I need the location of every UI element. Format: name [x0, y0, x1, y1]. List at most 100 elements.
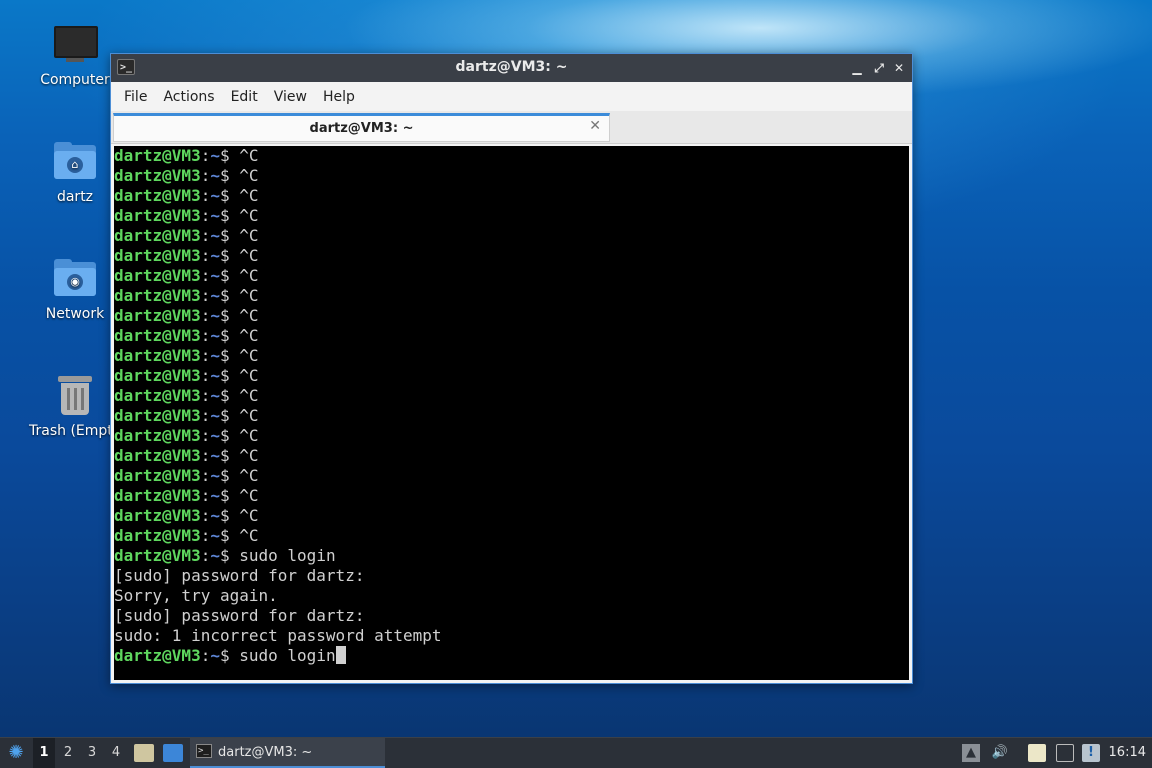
command-text: ^C	[239, 306, 259, 325]
menu-help[interactable]: Help	[315, 89, 363, 105]
desktop-icon-label: Trash (Empt	[29, 423, 113, 439]
prompt-separator: :	[200, 226, 211, 245]
clipboard-icon[interactable]	[1028, 744, 1046, 762]
prompt-path: ~	[210, 246, 220, 265]
minimize-button[interactable]: ▁	[848, 59, 866, 77]
window-title: dartz@VM3: ~	[455, 59, 568, 75]
prompt-separator: :	[200, 526, 211, 545]
terminal-line: dartz@VM3:~$ ^C	[114, 146, 909, 166]
menu-view[interactable]: View	[266, 89, 315, 105]
terminal-line: dartz@VM3:~$ ^C	[114, 246, 909, 266]
prompt-symbol: $	[219, 386, 240, 405]
command-text: ^C	[239, 346, 259, 365]
prompt-path: ~	[210, 226, 220, 245]
start-menu-icon[interactable]: ✺	[4, 738, 28, 768]
command-text: ^C	[239, 446, 259, 465]
maximize-button[interactable]: ⤢	[870, 59, 888, 77]
prompt-symbol: $	[219, 366, 240, 385]
prompt-symbol: $	[219, 306, 240, 325]
trash-icon	[52, 373, 98, 419]
prompt-user-host: dartz@VM3	[114, 386, 201, 405]
output-text: Sorry, try again.	[114, 586, 278, 605]
prompt-path: ~	[210, 326, 220, 345]
prompt-separator: :	[200, 266, 211, 285]
prompt-path: ~	[210, 346, 220, 365]
prompt-symbol: $	[219, 226, 240, 245]
command-text: ^C	[239, 386, 259, 405]
prompt-user-host: dartz@VM3	[114, 466, 201, 485]
tab-terminal[interactable]: dartz@VM3: ~ ✕	[113, 113, 610, 142]
prompt-symbol: $	[219, 186, 240, 205]
command-text: ^C	[239, 166, 259, 185]
prompt-separator: :	[200, 646, 211, 665]
prompt-path: ~	[210, 506, 220, 525]
file-manager-icon[interactable]	[134, 744, 154, 762]
volume-icon[interactable]: 🔊	[991, 744, 1009, 762]
output-text: [sudo] password for dartz:	[114, 606, 365, 625]
prompt-user-host: dartz@VM3	[114, 366, 201, 385]
terminal-line: dartz@VM3:~$ ^C	[114, 466, 909, 486]
terminal-line: dartz@VM3:~$ ^C	[114, 386, 909, 406]
desktop-icon-label: Computer	[40, 72, 110, 88]
workspace-2[interactable]: 2	[57, 738, 79, 768]
workspace-1[interactable]: 1	[33, 738, 55, 768]
prompt-symbol: $	[219, 326, 240, 345]
prompt-symbol: $	[219, 646, 240, 665]
terminal-line: dartz@VM3:~$ ^C	[114, 286, 909, 306]
update-notifier-icon[interactable]: !	[1082, 744, 1100, 762]
workspace-3[interactable]: 3	[81, 738, 103, 768]
desktop-icon-computer[interactable]: Computer	[27, 22, 123, 88]
prompt-separator: :	[200, 406, 211, 425]
prompt-user-host: dartz@VM3	[114, 486, 201, 505]
prompt-symbol: $	[219, 406, 240, 425]
terminal-output[interactable]: dartz@VM3:~$ ^C dartz@VM3:~$ ^C dartz@VM3:…	[114, 146, 909, 680]
desktop-icon-network[interactable]: ◉ Network	[27, 256, 123, 322]
prompt-separator: :	[200, 446, 211, 465]
menubar: File Actions Edit View Help	[111, 82, 912, 111]
home-folder-icon: ⌂	[52, 139, 98, 185]
prompt-separator: :	[200, 466, 211, 485]
clock[interactable]: 16:14	[1109, 738, 1146, 768]
taskbar-terminal-button[interactable]: >_ dartz@VM3: ~	[190, 738, 385, 768]
terminal-line: Sorry, try again.	[114, 586, 909, 606]
prompt-separator: :	[200, 246, 211, 265]
prompt-path: ~	[210, 446, 220, 465]
prompt-user-host: dartz@VM3	[114, 306, 201, 325]
command-text: ^C	[239, 506, 259, 525]
tab-close-icon[interactable]: ✕	[589, 118, 601, 134]
desktop-icon-home[interactable]: ⌂ dartz	[27, 139, 123, 205]
menu-edit[interactable]: Edit	[223, 89, 266, 105]
prompt-symbol: $	[219, 446, 240, 465]
terminal-line: dartz@VM3:~$ ^C	[114, 206, 909, 226]
close-button[interactable]: ✕	[890, 59, 908, 77]
workspace-4[interactable]: 4	[105, 738, 127, 768]
prompt-path: ~	[210, 406, 220, 425]
terminal-line: dartz@VM3:~$ ^C	[114, 366, 909, 386]
prompt-symbol: $	[219, 206, 240, 225]
prompt-separator: :	[200, 326, 211, 345]
command-text: ^C	[239, 486, 259, 505]
command-text: ^C	[239, 266, 259, 285]
prompt-path: ~	[210, 146, 220, 165]
command-text: ^C	[239, 206, 259, 225]
monitor-icon	[52, 22, 98, 68]
desktop-icon-trash[interactable]: Trash (Empt	[20, 373, 120, 439]
command-text: ^C	[239, 366, 259, 385]
show-desktop-icon[interactable]	[163, 744, 183, 762]
terminal-line: dartz@VM3:~$ ^C	[114, 526, 909, 546]
terminal-window[interactable]: >_ dartz@VM3: ~ ▁ ⤢ ✕ File Actions Edit …	[110, 53, 913, 684]
network-icon[interactable]	[1056, 744, 1074, 762]
prompt-user-host: dartz@VM3	[114, 446, 201, 465]
output-text: [sudo] password for dartz:	[114, 566, 365, 585]
menu-actions[interactable]: Actions	[155, 89, 222, 105]
up-arrow-icon[interactable]: ▲	[962, 744, 980, 762]
prompt-symbol: $	[219, 286, 240, 305]
menu-file[interactable]: File	[116, 89, 155, 105]
window-titlebar[interactable]: >_ dartz@VM3: ~ ▁ ⤢ ✕	[111, 54, 912, 82]
terminal-line: dartz@VM3:~$ ^C	[114, 226, 909, 246]
prompt-symbol: $	[219, 346, 240, 365]
prompt-user-host: dartz@VM3	[114, 426, 201, 445]
terminal-line: dartz@VM3:~$ ^C	[114, 186, 909, 206]
prompt-separator: :	[200, 186, 211, 205]
terminal-line: dartz@VM3:~$ ^C	[114, 446, 909, 466]
